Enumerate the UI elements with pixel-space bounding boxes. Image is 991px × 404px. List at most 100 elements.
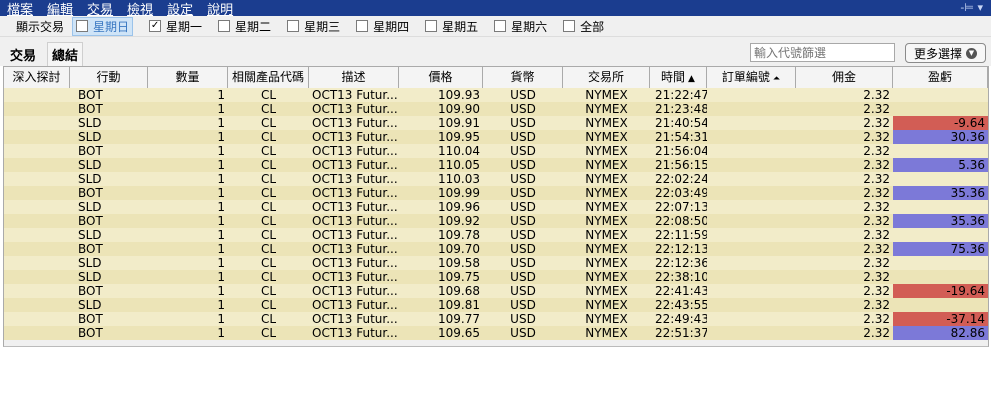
- table-row[interactable]: SLD 1 CL OCT13 Futur... 109.81 USD NYMEX 22:43:…: [4, 298, 988, 312]
- commission-cell: 2.32: [863, 116, 890, 130]
- tab-summary[interactable]: 總結: [47, 42, 84, 68]
- action-cell: SLD: [78, 158, 102, 172]
- tab-trades[interactable]: 交易: [10, 45, 36, 64]
- column-header-action[interactable]: 行動: [70, 67, 148, 88]
- commission-cell: 2.32: [863, 284, 890, 298]
- column-header-pnl[interactable]: 盈虧: [893, 67, 988, 88]
- desc-cell: OCT13 Futur...: [312, 298, 398, 312]
- currency-cell: USD: [510, 200, 536, 214]
- table-row[interactable]: BOT 1 CL OCT13 Futur... 109.90 USD NYMEX 21:23:…: [4, 102, 988, 116]
- table-row[interactable]: SLD 1 CL OCT13 Futur... 109.58 USD NYMEX 22:12:…: [4, 256, 988, 270]
- pnl-cell: -37.14: [893, 312, 988, 326]
- time-cell: 21:40:54: [655, 116, 707, 130]
- column-header-currency[interactable]: 貨幣: [483, 67, 563, 88]
- column-header-label: 佣金: [831, 70, 856, 84]
- day-checkbox[interactable]: [356, 20, 369, 32]
- column-header-symbol[interactable]: 相關產品代碼: [228, 67, 309, 88]
- symbol-filter-input[interactable]: [750, 43, 895, 62]
- table-row[interactable]: BOT 1 CL OCT13 Futur... 109.92 USD NYMEX 22:08:…: [4, 214, 988, 228]
- exchange-cell: NYMEX: [585, 228, 628, 242]
- table-row[interactable]: SLD 1 CL OCT13 Futur... 109.75 USD NYMEX 22:38:…: [4, 270, 988, 284]
- price-cell: 109.77: [438, 312, 480, 326]
- menu-trade[interactable]: 交易: [84, 0, 116, 18]
- column-header-commission[interactable]: 佣金: [796, 67, 893, 88]
- table-row[interactable]: SLD 1 CL OCT13 Futur... 110.03 USD NYMEX 22:02:…: [4, 172, 988, 186]
- table-row[interactable]: BOT 1 CL OCT13 Futur... 109.70 USD NYMEX 22:12:…: [4, 242, 988, 256]
- day-filter-0[interactable]: 星期日: [72, 16, 134, 36]
- table-body: BOT 1 CL OCT13 Futur... 109.93 USD NYMEX 21:22:…: [4, 88, 988, 340]
- time-cell: 22:41:43: [655, 284, 707, 298]
- table-row[interactable]: BOT 1 CL OCT13 Futur... 109.77 USD NYMEX 22:49:…: [4, 312, 988, 326]
- day-checkbox[interactable]: [494, 20, 507, 32]
- column-header-qty[interactable]: 數量: [148, 67, 228, 88]
- column-header-desc[interactable]: 描述: [309, 67, 399, 88]
- menu-file[interactable]: 檔案: [4, 0, 36, 18]
- day-checkbox[interactable]: [287, 20, 300, 32]
- commission-cell: 2.32: [863, 130, 890, 144]
- day-checkbox[interactable]: [76, 20, 89, 32]
- desc-cell: OCT13 Futur...: [312, 102, 398, 116]
- column-header-label: 相關產品代碼: [231, 70, 304, 84]
- column-header-time[interactable]: 時間 ▲: [650, 67, 707, 88]
- symbol-cell: CL: [260, 88, 277, 102]
- day-filter-3[interactable]: 星期三: [287, 18, 340, 35]
- price-cell: 109.68: [438, 284, 480, 298]
- qty-cell: 1: [217, 130, 225, 144]
- symbol-cell: CL: [260, 116, 277, 130]
- column-header-label: 價格: [428, 70, 453, 84]
- day-label: 星期三: [304, 19, 341, 34]
- table-row[interactable]: BOT 1 CL OCT13 Futur... 109.68 USD NYMEX 22:41:…: [4, 284, 988, 298]
- desc-cell: OCT13 Futur...: [312, 312, 398, 326]
- qty-cell: 1: [217, 242, 225, 256]
- desc-cell: OCT13 Futur...: [312, 256, 398, 270]
- commission-cell: 2.32: [863, 200, 890, 214]
- day-filter-1[interactable]: ✓ 星期一: [149, 18, 202, 35]
- column-header-price[interactable]: 價格: [399, 67, 483, 88]
- day-filter-4[interactable]: 星期四: [356, 18, 409, 35]
- table-row[interactable]: BOT 1 CL OCT13 Futur... 109.65 USD NYMEX 22:51:…: [4, 326, 988, 340]
- day-checkbox[interactable]: [563, 20, 576, 32]
- column-header-order-ref[interactable]: 訂單編號 ⏶: [707, 67, 796, 88]
- day-filter-2[interactable]: 星期二: [218, 18, 271, 35]
- qty-cell: 1: [217, 172, 225, 186]
- table-row[interactable]: SLD 1 CL OCT13 Futur... 109.78 USD NYMEX 22:11:…: [4, 228, 988, 242]
- table-row[interactable]: SLD 1 CL OCT13 Futur... 110.05 USD NYMEX 21:56:…: [4, 158, 988, 172]
- day-checkbox[interactable]: ✓: [149, 20, 162, 32]
- exchange-cell: NYMEX: [585, 326, 628, 340]
- currency-cell: USD: [510, 256, 536, 270]
- column-header-explore[interactable]: 深入探討: [4, 67, 70, 88]
- column-header-exchange[interactable]: 交易所: [563, 67, 650, 88]
- time-cell: 22:03:49: [655, 186, 707, 200]
- day-filter-7[interactable]: 全部: [563, 18, 604, 35]
- day-checkbox[interactable]: [218, 20, 231, 32]
- exchange-cell: NYMEX: [585, 88, 628, 102]
- action-cell: BOT: [78, 214, 103, 228]
- action-cell: BOT: [78, 284, 103, 298]
- table-row[interactable]: BOT 1 CL OCT13 Futur... 110.04 USD NYMEX 21:56:…: [4, 144, 988, 158]
- menu-settings[interactable]: 設定: [164, 0, 196, 18]
- menu-help[interactable]: 說明: [204, 0, 236, 18]
- more-options-label: 更多選擇: [913, 46, 962, 61]
- day-checkbox[interactable]: [425, 20, 438, 32]
- symbol-cell: CL: [260, 228, 277, 242]
- menu-edit[interactable]: 編輯: [44, 0, 76, 18]
- symbol-cell: CL: [260, 326, 277, 340]
- table-row[interactable]: BOT 1 CL OCT13 Futur... 109.99 USD NYMEX 22:03:…: [4, 186, 988, 200]
- table-row[interactable]: BOT 1 CL OCT13 Futur... 109.93 USD NYMEX 21:22:…: [4, 88, 988, 102]
- table-row[interactable]: SLD 1 CL OCT13 Futur... 109.91 USD NYMEX 21:40:…: [4, 116, 988, 130]
- column-header-label: 時間: [661, 70, 686, 84]
- menu-view[interactable]: 檢視: [124, 0, 156, 18]
- table-row[interactable]: SLD 1 CL OCT13 Futur... 109.96 USD NYMEX 22:07:…: [4, 200, 988, 214]
- currency-cell: USD: [510, 228, 536, 242]
- price-cell: 110.03: [438, 172, 480, 186]
- currency-cell: USD: [510, 214, 536, 228]
- column-header-label: 貨幣: [510, 70, 535, 84]
- pin-icon[interactable]: -⊨ ▾: [960, 1, 983, 14]
- table-row[interactable]: SLD 1 CL OCT13 Futur... 109.95 USD NYMEX 21:54:…: [4, 130, 988, 144]
- day-filter-6[interactable]: 星期六: [494, 18, 547, 35]
- symbol-cell: CL: [260, 186, 277, 200]
- commission-cell: 2.32: [863, 144, 890, 158]
- more-options-button[interactable]: 更多選擇 ▼: [905, 43, 986, 63]
- day-filter-5[interactable]: 星期五: [425, 18, 478, 35]
- day-label: 星期二: [235, 19, 272, 34]
